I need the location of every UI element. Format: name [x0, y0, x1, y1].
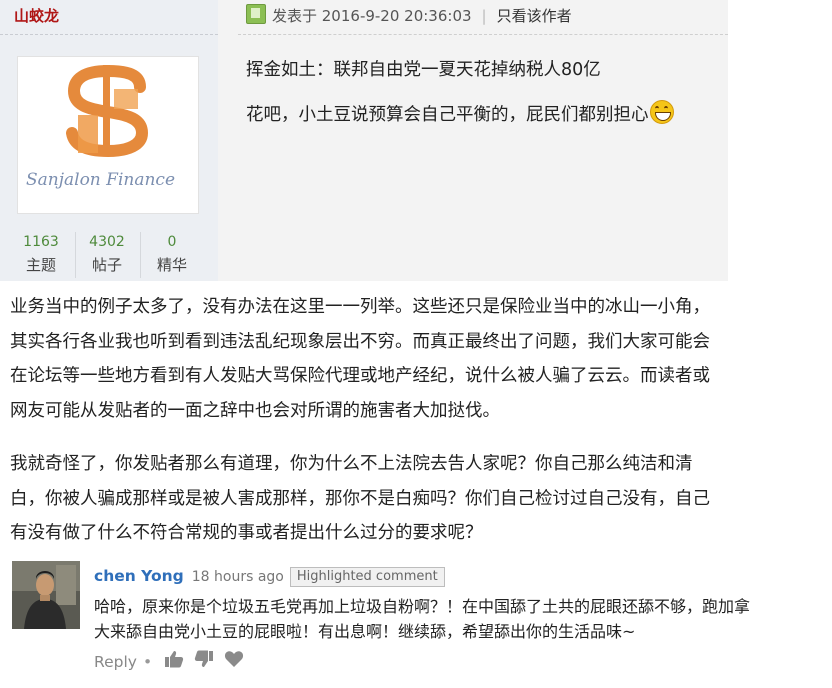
forum-avatar[interactable]: Sanjalon Finance [17, 56, 199, 214]
forum-post: 山蛟龙 Sanjalon Finance 1163 主题 4302 帖子 0 精… [0, 0, 728, 281]
comment-meta: chen Yong 18 hours ago Highlighted comment [94, 565, 445, 587]
svg-text:Sanjalon Finance: Sanjalon Finance [26, 170, 175, 190]
action-separator: • [142, 653, 153, 671]
post-divider [238, 34, 728, 35]
stat-topics-label: 主题 [25, 256, 56, 274]
paragraph-line: 在论坛等一些地方看到有人发贴大骂保险代理或地产经纪，说什么被人骗了云云。而读者或 [10, 366, 710, 386]
post-line-2-text: 花吧，小土豆说预算会自己平衡的，屁民们都别担心 [246, 105, 649, 125]
heart-icon[interactable] [224, 650, 244, 675]
stat-topics-count: 1163 [23, 234, 59, 250]
forum-username[interactable]: 山蛟龙 [14, 5, 59, 26]
sanjalon-finance-logo: Sanjalon Finance [26, 64, 175, 190]
commenter-photo [12, 561, 80, 629]
stat-topics[interactable]: 1163 主题 [10, 232, 72, 278]
header-separator: | [481, 7, 487, 25]
stat-posts[interactable]: 4302 帖子 [75, 232, 138, 278]
forum-user-panel: 山蛟龙 Sanjalon Finance 1163 主题 4302 帖子 0 精… [0, 0, 218, 281]
paragraph-line: 其实各行各业我也听到看到违法乱纪现象层出不穷。而真正最终出了问题，我们大家可能会 [10, 331, 710, 352]
comment-author[interactable]: chen Yong [94, 567, 184, 585]
post-line-1: 挥金如土：联邦自由党一夏天花掉纳税人80亿 [246, 60, 601, 80]
forum-user-stats: 1163 主题 4302 帖子 0 精华 [10, 232, 208, 278]
grin-emoji-icon [649, 100, 674, 124]
paragraph-line: 有没有做了什么不符合常规的事或者提出什么过分的要求呢？ [10, 523, 483, 543]
paragraph-line: 业务当中的例子太多了，没有办法在这里一一列举。这些还只是保险业当中的冰山一小角， [10, 297, 710, 317]
stat-posts-count: 4302 [89, 234, 125, 250]
post-status-icon [246, 4, 266, 24]
comment-avatar[interactable] [12, 561, 80, 629]
article-paragraph-1: 业务当中的例子太多了，没有办法在这里一一列举。这些还只是保险业当中的冰山一小角，… [10, 290, 810, 428]
forum-post-body: 发表于 2016-9-20 20:36:03 | 只看该作者 挥金如土：联邦自由党一… [218, 0, 728, 281]
stat-posts-label: 帖子 [91, 256, 122, 274]
paragraph-line: 白，你被人骗成那样或是被人害成那样，那你不是白痴吗？你们自己检讨过自己没有，自己 [10, 488, 710, 509]
paragraph-line: 我就奇怪了，你发贴者那么有道理，你为什么不上法院去告人家呢？你自己那么纯洁和清 [10, 454, 693, 474]
comment-line: 哈哈，原来你是个垃圾五毛党再加上垃圾自粉啊？！在中国舔了土共的屁眼还舔不够，跑加… [94, 597, 751, 616]
reply-button[interactable]: Reply [94, 653, 137, 671]
comment-time[interactable]: 18 hours ago [192, 569, 284, 585]
article-paragraph-2: 我就奇怪了，你发贴者那么有道理，你为什么不上法院去告人家呢？你自己那么纯洁和清 … [10, 447, 810, 551]
thumbs-up-icon[interactable] [164, 650, 184, 675]
paragraph-line: 网友可能从发贴者的一面之辞中也会对所谓的施害者大加挞伐。 [10, 400, 500, 421]
thumbs-down-icon[interactable] [194, 650, 214, 675]
highlighted-badge: Highlighted comment [289, 567, 445, 587]
stat-digest-count: 0 [167, 234, 177, 250]
comment-text: 哈哈，原来你是个垃圾五毛党再加上垃圾自粉啊？！在中国舔了土共的屁眼还舔不够，跑加… [94, 594, 829, 644]
only-author-link[interactable]: 只看该作者 [497, 7, 572, 25]
post-line-2: 花吧，小土豆说预算会自己平衡的，屁民们都别担心 [246, 100, 674, 126]
stat-digest[interactable]: 0 精华 [140, 232, 203, 278]
comment-line: 大来舔自由党小土豆的屁眼啦！有出息啊！继续舔，希望舔出你的生活品味~ [94, 622, 636, 641]
post-time: 发表于 2016-9-20 20:36:03 [272, 7, 472, 25]
comment-actions: Reply • [94, 650, 254, 674]
stat-digest-label: 精华 [156, 256, 187, 274]
post-header: 发表于 2016-9-20 20:36:03 | 只看该作者 [246, 4, 572, 26]
